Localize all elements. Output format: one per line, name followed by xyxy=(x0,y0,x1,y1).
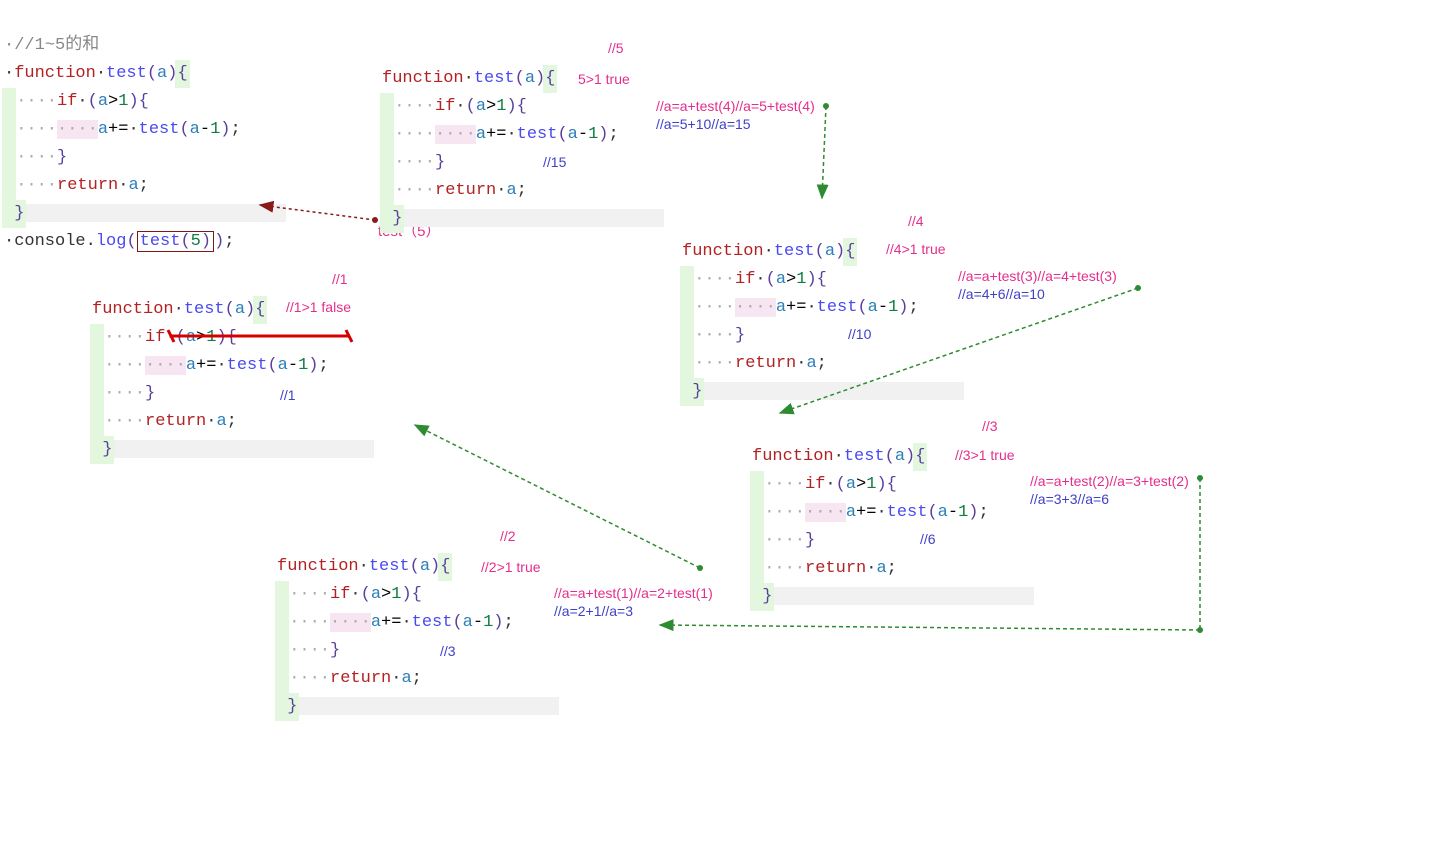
ann-b1-ret: //1 xyxy=(280,386,296,404)
ann-b3-n: //3 xyxy=(982,417,998,435)
ann-b2-ret: //3 xyxy=(440,642,456,660)
code-block-5: function·test(a){ ····if·(a>1){ ········… xyxy=(382,37,664,233)
ann-b1-n: //1 xyxy=(332,270,348,288)
ann-b4-n: //4 xyxy=(908,212,924,230)
ann-b1-cond: //1>1 false xyxy=(286,298,351,316)
ann-b2-n: //2 xyxy=(500,527,516,545)
ann-b5-n: //5 xyxy=(608,39,624,57)
code-block-3: function·test(a){ ····if·(a>1){ ········… xyxy=(752,415,1034,611)
ann-b3-expr: //a=a+test(2)//a=3+test(2) xyxy=(1030,472,1189,490)
test5-call-box: test(5) xyxy=(137,231,214,252)
code-block-2: function·test(a){ ····if·(a>1){ ········… xyxy=(277,525,559,721)
ann-b2-cond: //2>1 true xyxy=(481,558,541,576)
ann-b5-expr: //a=a+test(4)//a=5+test(4) xyxy=(656,97,815,115)
ann-b5-expr2: //a=5+10//a=15 xyxy=(656,115,751,133)
ann-b3-expr2: //a=3+3//a=6 xyxy=(1030,490,1109,508)
ann-b4-cond: //4>1 true xyxy=(886,240,946,258)
ann-b4-ret: //10 xyxy=(848,325,871,343)
ann-b5-ret: //15 xyxy=(543,153,566,171)
main-code-block: ·function·test(a){ ····if·(a>1){ ·······… xyxy=(4,32,286,256)
diagram-canvas: { "title_comment": "·//1~5的和", "main_blo… xyxy=(0,0,1444,868)
ann-b2-expr: //a=a+test(1)//a=2+test(1) xyxy=(554,584,713,602)
ann-b4-expr2: //a=4+6//a=10 xyxy=(958,285,1045,303)
ann-b2-expr2: //a=2+1//a=3 xyxy=(554,602,633,620)
ann-b3-cond: //3>1 true xyxy=(955,446,1015,464)
ann-b4-expr: //a=a+test(3)//a=4+test(3) xyxy=(958,267,1117,285)
ann-b3-ret: //6 xyxy=(920,530,936,548)
ann-b5-cond: 5>1 true xyxy=(578,70,630,88)
